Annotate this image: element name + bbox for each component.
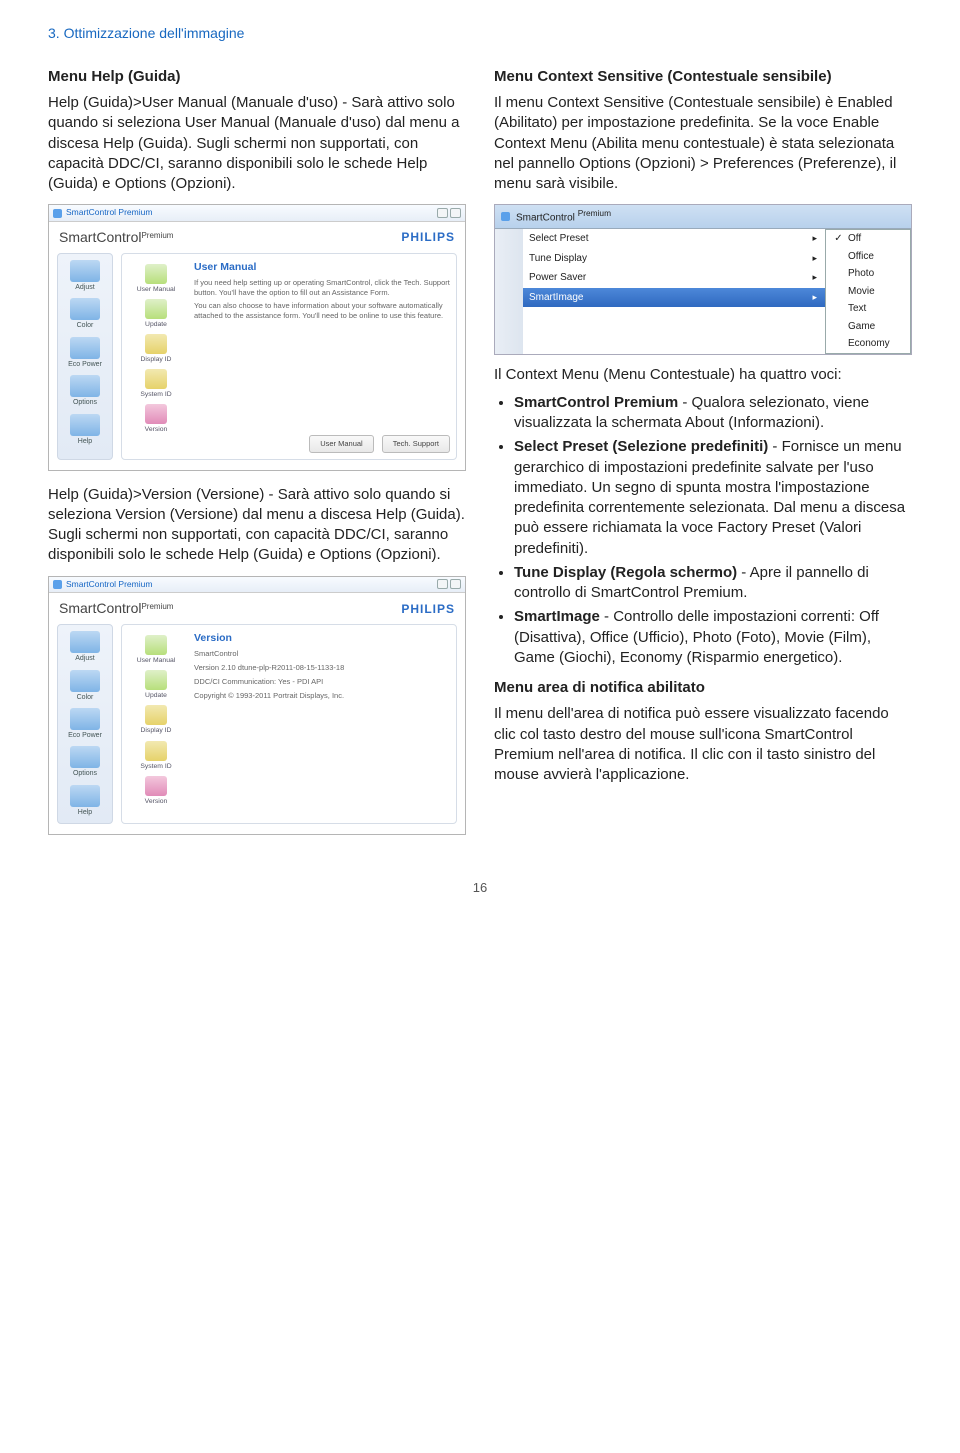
screenshot-smartcontrol-usermanual: SmartControl Premium SmartControlPremium… xyxy=(48,204,466,470)
update-icon[interactable] xyxy=(145,299,167,319)
usermanual-icon[interactable] xyxy=(145,635,167,655)
help-icon[interactable] xyxy=(437,208,448,218)
app-icon xyxy=(53,209,62,218)
screenshot-smartcontrol-version: SmartControl Premium SmartControlPremium… xyxy=(48,576,466,836)
version-line-2: Version 2.10 dtune-plp-R2011-08-15-1133-… xyxy=(194,663,450,673)
check-icon: ✓ xyxy=(834,232,843,246)
help-icon[interactable] xyxy=(437,579,448,589)
submenu-item-game[interactable]: Game xyxy=(826,318,910,336)
displayid-icon[interactable] xyxy=(145,334,167,354)
panel-title: User Manual xyxy=(194,260,450,274)
menu-title: SmartControl Premium xyxy=(516,208,611,225)
list-item: Select Preset (Selezione predefiniti) - … xyxy=(514,437,912,559)
heading-help-menu: Menu Help (Guida) xyxy=(48,67,466,87)
sidebar-item-adjust[interactable]: Adjust xyxy=(60,260,110,292)
list-item: SmartImage - Controllo delle impostazion… xyxy=(514,607,912,668)
displayid-icon[interactable] xyxy=(145,705,167,725)
brand-logo: PHILIPS xyxy=(401,601,455,617)
menu-item-smartimage[interactable]: SmartImage▸ xyxy=(523,288,825,308)
para-help-version: Help (Guida)>Version (Versione) - Sarà a… xyxy=(48,485,466,566)
app-icon xyxy=(53,580,62,589)
breadcrumb: 3. Ottimizzazione dell'immagine xyxy=(48,24,912,43)
panel-usermanual: User Manual Update Display ID System ID … xyxy=(121,253,457,460)
sidebar-item-help[interactable]: Help xyxy=(60,785,110,817)
para-tray: Il menu dell'area di notifica può essere… xyxy=(494,704,912,785)
window-title: SmartControl Premium xyxy=(66,579,152,590)
panel-version: User Manual Update Display ID System ID … xyxy=(121,624,457,824)
submenu-item-office[interactable]: Office xyxy=(826,248,910,266)
version-line-3: DDC/CI Communication: Yes - PDI API xyxy=(194,677,450,687)
systemid-icon[interactable] xyxy=(145,741,167,761)
systemid-icon[interactable] xyxy=(145,369,167,389)
menu-item-tune-display[interactable]: Tune Display▸ xyxy=(523,249,825,269)
sidebar: Adjust Color Eco Power Options Help xyxy=(57,253,113,460)
submenu-item-off[interactable]: ✓Off xyxy=(826,230,910,248)
para-help-usermanual: Help (Guida)>User Manual (Manuale d'uso)… xyxy=(48,93,466,194)
list-item: SmartControl Premium - Qualora seleziona… xyxy=(514,393,912,434)
submenu-item-photo[interactable]: Photo xyxy=(826,265,910,283)
submenu-item-economy[interactable]: Economy xyxy=(826,335,910,353)
chevron-right-icon: ▸ xyxy=(812,252,817,266)
submenu-item-text[interactable]: Text xyxy=(826,300,910,318)
version-icon[interactable] xyxy=(145,404,167,424)
menu-item-select-preset[interactable]: Select Preset▸ xyxy=(523,229,825,249)
usermanual-icon[interactable] xyxy=(145,264,167,284)
close-icon[interactable] xyxy=(450,579,461,589)
submenu-smartimage: ✓Off Office Photo Movie Text Game Econom… xyxy=(825,229,911,354)
app-name: SmartControlPremium xyxy=(59,228,173,247)
sidebar-item-color[interactable]: Color xyxy=(60,298,110,330)
context-menu-list: SmartControl Premium - Qualora seleziona… xyxy=(494,393,912,668)
panel-text-1: If you need help setting up or operating… xyxy=(194,278,450,298)
sidebar-item-adjust[interactable]: Adjust xyxy=(60,631,110,663)
panel-text-2: You can also choose to have information … xyxy=(194,301,450,321)
version-icon[interactable] xyxy=(145,776,167,796)
para-context-1: Il menu Context Sensitive (Contestuale s… xyxy=(494,93,912,194)
chevron-right-icon: ▸ xyxy=(812,271,817,285)
techsupport-button[interactable]: Tech. Support xyxy=(382,435,450,453)
app-name: SmartControlPremium xyxy=(59,599,173,618)
close-icon[interactable] xyxy=(450,208,461,218)
heading-tray-menu: Menu area di notifica abilitato xyxy=(494,678,912,698)
sidebar-item-options[interactable]: Options xyxy=(60,375,110,407)
screenshot-context-menu: SmartControl Premium Select Preset▸ Tune… xyxy=(494,204,912,354)
heading-context-menu: Menu Context Sensitive (Contestuale sens… xyxy=(494,67,912,87)
version-line-1: SmartControl xyxy=(194,649,450,659)
usermanual-button[interactable]: User Manual xyxy=(309,435,374,453)
smartcontrol-icon xyxy=(501,212,510,221)
sidebar-item-options[interactable]: Options xyxy=(60,746,110,778)
menu-gutter xyxy=(495,229,523,354)
window-title: SmartControl Premium xyxy=(66,207,152,218)
sidebar-item-color[interactable]: Color xyxy=(60,670,110,702)
submenu-item-movie[interactable]: Movie xyxy=(826,283,910,301)
update-icon[interactable] xyxy=(145,670,167,690)
version-line-4: Copyright © 1993-2011 Portrait Displays,… xyxy=(194,691,450,701)
para-context-2: Il Context Menu (Menu Contestuale) ha qu… xyxy=(494,365,912,385)
left-column: Menu Help (Guida) Help (Guida)>User Manu… xyxy=(48,57,466,849)
chevron-right-icon: ▸ xyxy=(812,232,817,246)
sidebar-item-eco[interactable]: Eco Power xyxy=(60,337,110,369)
menu-item-power-saver[interactable]: Power Saver▸ xyxy=(523,268,825,288)
page-number: 16 xyxy=(48,879,912,897)
brand-logo: PHILIPS xyxy=(401,229,455,245)
chevron-right-icon: ▸ xyxy=(812,291,817,305)
sidebar-item-eco[interactable]: Eco Power xyxy=(60,708,110,740)
sidebar: Adjust Color Eco Power Options Help xyxy=(57,624,113,824)
sidebar-item-help[interactable]: Help xyxy=(60,414,110,446)
right-column: Menu Context Sensitive (Contestuale sens… xyxy=(494,57,912,849)
list-item: Tune Display (Regola schermo) - Apre il … xyxy=(514,563,912,604)
panel-title: Version xyxy=(194,631,450,645)
